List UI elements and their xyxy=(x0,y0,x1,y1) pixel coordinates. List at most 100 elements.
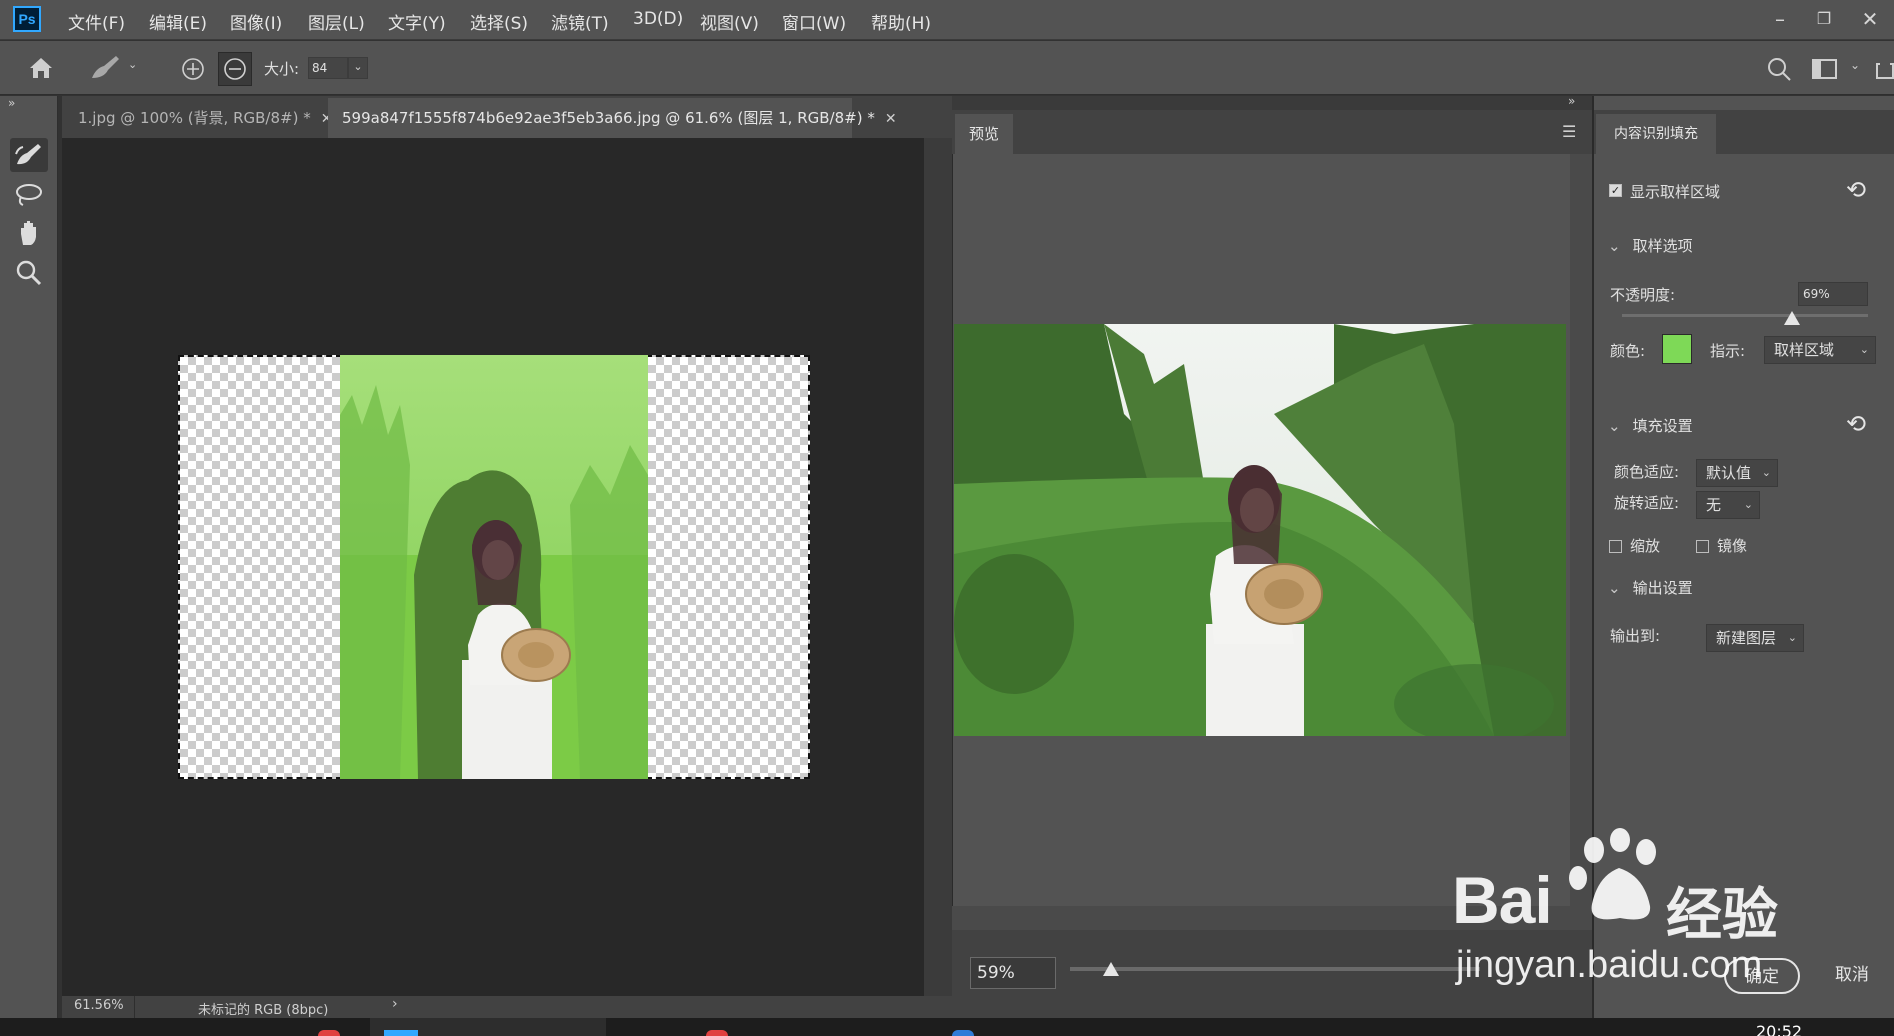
reset-fill-settings-icon[interactable]: ⟲ xyxy=(1846,410,1866,438)
show-sampling-area-label: 显示取样区域 xyxy=(1630,183,1721,201)
workspace-icon[interactable] xyxy=(1812,58,1838,80)
close-icon[interactable]: ✕ xyxy=(1850,4,1890,34)
color-adapt-dropdown[interactable]: 默认值 ⌄ xyxy=(1696,459,1778,487)
opacity-input[interactable]: 69% xyxy=(1798,282,1868,306)
menu-layer[interactable]: 图层(L) xyxy=(308,9,365,34)
document-scrollbar[interactable] xyxy=(924,138,952,996)
opacity-label: 不透明度: xyxy=(1610,286,1676,304)
scale-label: 缩放 xyxy=(1630,537,1661,555)
collapse-panels-icon[interactable]: » xyxy=(1568,94,1575,108)
status-divider xyxy=(134,996,135,1018)
output-to-value: 新建图层 xyxy=(1716,629,1777,647)
minimize-icon[interactable]: – xyxy=(1760,4,1800,34)
menu-edit[interactable]: 编辑(E) xyxy=(149,9,207,34)
hand-tool[interactable] xyxy=(10,216,48,250)
home-icon[interactable] xyxy=(28,56,54,80)
menu-filter[interactable]: 滤镜(T) xyxy=(551,9,609,34)
chevron-down-icon: ⌄ xyxy=(1787,631,1797,644)
taskbar-app-icon[interactable] xyxy=(952,1030,974,1036)
menu-file[interactable]: 文件(F) xyxy=(68,9,125,34)
chevron-down-icon: ⌄ xyxy=(1608,237,1621,255)
watermark-brand-cn: 经验 xyxy=(1666,883,1778,948)
color-label: 颜色: xyxy=(1610,342,1646,360)
menu-bar xyxy=(0,0,1894,40)
size-input[interactable]: 84 xyxy=(308,57,348,79)
zoom-icon xyxy=(16,260,42,286)
sampling-brush-icon xyxy=(15,144,41,165)
hand-icon xyxy=(21,221,36,245)
status-expand-icon[interactable]: › xyxy=(392,996,398,1012)
sampling-options-header[interactable]: ⌄ 取样选项 xyxy=(1608,235,1693,256)
lasso-icon xyxy=(16,184,42,206)
fill-settings-title: 填充设置 xyxy=(1632,417,1693,435)
photoshop-logo: Ps xyxy=(13,6,41,32)
preview-menu-icon[interactable]: ☰ xyxy=(1562,122,1576,141)
chevron-down-icon: ⌄ xyxy=(1761,466,1771,479)
reset-sampling-icon[interactable]: ⟲ xyxy=(1846,176,1866,204)
preview-header xyxy=(952,110,1592,154)
preview-zoom-thumb[interactable] xyxy=(1103,962,1119,976)
content-aware-brush-tool[interactable] xyxy=(10,138,48,172)
tab-1jpg[interactable]: 1.jpg @ 100% (背景, RGB/8#) * ✕ xyxy=(64,98,332,138)
preview-zoom-slider[interactable] xyxy=(1070,967,1480,971)
mirror-label: 镜像 xyxy=(1717,537,1748,555)
share-icon[interactable] xyxy=(1876,56,1894,80)
watermark-url: jingyan.baidu.com xyxy=(1456,944,1763,986)
chevron-down-icon: ⌄ xyxy=(1608,417,1621,435)
menu-image[interactable]: 图像(I) xyxy=(230,9,282,34)
output-settings-title: 输出设置 xyxy=(1632,579,1693,597)
indicate-value: 取样区域 xyxy=(1774,341,1835,359)
scale-checkbox[interactable] xyxy=(1609,540,1622,553)
menu-select[interactable]: 选择(S) xyxy=(470,9,528,34)
rotation-adapt-label: 旋转适应: xyxy=(1614,494,1680,512)
add-to-sample-icon[interactable] xyxy=(180,56,206,82)
transparent-left-region xyxy=(178,355,342,779)
rotation-adapt-dropdown[interactable]: 无 ⌄ xyxy=(1696,491,1760,519)
preview-vscroll[interactable] xyxy=(1570,154,1592,930)
taskbar-photoshop-icon[interactable] xyxy=(384,1030,418,1036)
output-to-label: 输出到: xyxy=(1610,627,1661,645)
menu-3d[interactable]: 3D(D) xyxy=(633,9,683,29)
sampling-color-swatch[interactable] xyxy=(1662,334,1692,364)
color-adapt-label: 颜色适应: xyxy=(1614,463,1680,481)
chevron-down-icon: ⌄ xyxy=(1608,579,1621,597)
subtract-icon xyxy=(224,58,246,80)
sampling-options-title: 取样选项 xyxy=(1632,237,1693,255)
opacity-slider[interactable] xyxy=(1622,314,1868,317)
zoom-tool[interactable] xyxy=(10,256,48,290)
tab-active-document-close-icon[interactable]: ✕ xyxy=(885,111,897,127)
status-zoom[interactable]: 61.56% xyxy=(74,998,124,1013)
taskbar-app-icon[interactable] xyxy=(318,1030,340,1036)
document-image[interactable] xyxy=(340,355,648,779)
size-dropdown-button[interactable]: ⌄ xyxy=(348,57,368,79)
search-icon[interactable] xyxy=(1766,56,1792,82)
workspace-chevron-icon[interactable]: ⌄ xyxy=(1850,58,1860,72)
cancel-button[interactable]: 取消 xyxy=(1816,958,1888,994)
tab-active-document[interactable]: 599a847f1555f874b6e92ae3f5eb3a66.jpg @ 6… xyxy=(328,98,897,138)
preview-tab[interactable]: 预览 xyxy=(955,114,1013,154)
menu-view[interactable]: 视图(V) xyxy=(700,9,759,34)
expand-panel-icon[interactable]: » xyxy=(8,96,15,110)
restore-icon[interactable]: ❐ xyxy=(1804,4,1844,34)
tab-content-aware-fill[interactable]: 内容识别填充 xyxy=(1596,114,1716,154)
size-label: 大小: xyxy=(264,60,300,78)
fill-settings-header[interactable]: ⌄ 填充设置 xyxy=(1608,415,1693,436)
lasso-tool[interactable] xyxy=(10,178,48,212)
taskbar-app-icon[interactable] xyxy=(706,1030,728,1036)
show-sampling-area-checkbox[interactable]: ✓ xyxy=(1609,184,1622,197)
opacity-thumb[interactable] xyxy=(1783,311,1800,325)
chevron-down-icon[interactable]: ⌄ xyxy=(128,58,137,71)
brush-preset-icon[interactable] xyxy=(88,54,122,82)
menu-window[interactable]: 窗口(W) xyxy=(782,9,846,34)
chevron-down-icon: ⌄ xyxy=(1743,498,1753,511)
mirror-checkbox[interactable] xyxy=(1696,540,1709,553)
indicate-dropdown[interactable]: 取样区域 ⌄ xyxy=(1764,336,1876,364)
output-to-dropdown[interactable]: 新建图层 ⌄ xyxy=(1706,624,1804,652)
output-settings-header[interactable]: ⌄ 输出设置 xyxy=(1608,577,1693,598)
preview-zoom-input[interactable]: 59% xyxy=(970,957,1056,989)
baidu-paw-logo xyxy=(1569,828,1656,920)
menu-help[interactable]: 帮助(H) xyxy=(871,9,931,34)
subtract-from-sample-button[interactable] xyxy=(218,52,252,86)
menu-type[interactable]: 文字(Y) xyxy=(388,9,446,34)
rotation-adapt-value: 无 xyxy=(1706,496,1722,514)
